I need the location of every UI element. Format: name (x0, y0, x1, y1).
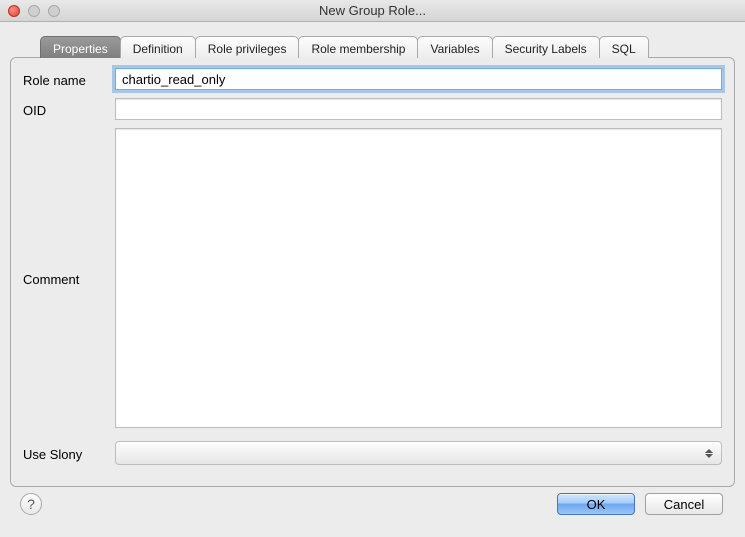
minimize-icon[interactable] (28, 5, 40, 17)
tab-properties[interactable]: Properties (40, 36, 121, 58)
chevron-updown-icon (703, 449, 715, 458)
oid-field (115, 98, 722, 120)
oid-label: OID (23, 100, 115, 118)
tab-security-labels[interactable]: Security Labels (492, 36, 600, 58)
tab-definition[interactable]: Definition (120, 36, 196, 58)
help-button[interactable]: ? (20, 493, 42, 515)
use-slony-label: Use Slony (23, 444, 115, 462)
tab-sql[interactable]: SQL (599, 36, 649, 58)
tab-variables[interactable]: Variables (417, 36, 492, 58)
cancel-button[interactable]: Cancel (645, 493, 723, 515)
close-icon[interactable] (8, 5, 20, 17)
tab-bar: Properties Definition Role privileges Ro… (40, 36, 731, 58)
role-name-input[interactable] (115, 68, 722, 90)
window-title: New Group Role... (0, 3, 745, 18)
properties-pane: Role name OID Comment Use Slony (10, 57, 735, 487)
ok-button[interactable]: OK (557, 493, 635, 515)
role-name-label: Role name (23, 70, 115, 88)
window-titlebar: New Group Role... (0, 0, 745, 22)
comment-textarea[interactable] (115, 128, 722, 428)
maximize-icon[interactable] (48, 5, 60, 17)
use-slony-select[interactable] (115, 441, 722, 465)
tab-role-privileges[interactable]: Role privileges (195, 36, 300, 58)
comment-label: Comment (23, 272, 115, 287)
tab-role-membership[interactable]: Role membership (298, 36, 418, 58)
